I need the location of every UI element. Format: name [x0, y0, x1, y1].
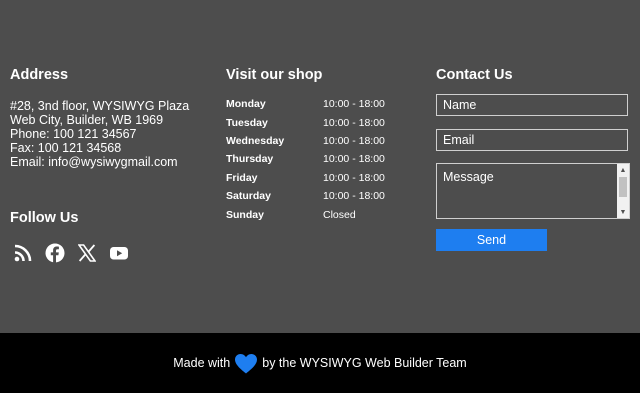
opening-hours: Monday 10:00 - 18:00 Tuesday 10:00 - 18:…: [226, 95, 385, 224]
x-icon[interactable]: [76, 242, 98, 264]
hours-row: Wednesday 10:00 - 18:00: [226, 132, 385, 150]
credit-suffix: by the WYSIWYG Web Builder Team: [262, 356, 467, 370]
social-links: [12, 242, 130, 264]
hours-time: 10:00 - 18:00: [323, 98, 385, 111]
hours-row: Tuesday 10:00 - 18:00: [226, 113, 385, 131]
credit-prefix: Made with: [173, 356, 231, 370]
hours-day: Saturday: [226, 190, 271, 203]
hours-row: Thursday 10:00 - 18:00: [226, 150, 385, 168]
credit-text: Made with by the WYSIWYG Web Builder Tea…: [0, 333, 640, 393]
shop-heading: Visit our shop: [226, 67, 323, 83]
scroll-down-icon[interactable]: ▼: [617, 206, 629, 218]
email-input[interactable]: [436, 129, 628, 151]
page-background: [0, 393, 640, 413]
heart-icon: [234, 353, 258, 374]
address-heading: Address: [10, 67, 69, 83]
hours-day: Friday: [226, 171, 258, 184]
address-line-street: #28, 3nd floor, WYSIWYG Plaza: [10, 99, 190, 113]
contact-heading: Contact Us: [436, 67, 513, 83]
hours-time: 10:00 - 18:00: [323, 153, 385, 166]
message-scrollbar[interactable]: ▲ ▼: [617, 164, 629, 218]
send-button[interactable]: Send: [436, 229, 547, 251]
hours-time: Closed: [323, 208, 356, 221]
hours-day: Thursday: [226, 153, 274, 166]
hours-row: Monday 10:00 - 18:00: [226, 95, 385, 113]
message-textarea[interactable]: [437, 164, 617, 218]
hours-day: Tuesday: [226, 116, 268, 129]
message-box: ▲ ▼: [436, 163, 630, 219]
scroll-up-icon[interactable]: ▲: [617, 164, 629, 176]
hours-time: 10:00 - 18:00: [323, 134, 385, 147]
hours-row: Sunday Closed: [226, 205, 385, 223]
site-footer: Address #28, 3nd floor, WYSIWYG Plaza We…: [0, 0, 640, 333]
facebook-icon[interactable]: [44, 242, 66, 264]
address-line-phone: Phone: 100 121 34567: [10, 127, 137, 141]
hours-time: 10:00 - 18:00: [323, 190, 385, 203]
youtube-icon[interactable]: [108, 242, 130, 264]
rss-icon[interactable]: [12, 242, 34, 264]
hours-day: Monday: [226, 98, 266, 111]
hours-time: 10:00 - 18:00: [323, 116, 385, 129]
hours-time: 10:00 - 18:00: [323, 171, 385, 184]
address-line-city: Web City, Builder, WB 1969: [10, 113, 164, 127]
credit-bar: Made with by the WYSIWYG Web Builder Tea…: [0, 333, 640, 393]
address-block: #28, 3nd floor, WYSIWYG Plaza Web City, …: [10, 99, 189, 169]
address-line-fax: Fax: 100 121 34568: [10, 141, 122, 155]
name-input[interactable]: [436, 94, 628, 116]
hours-day: Wednesday: [226, 134, 285, 147]
scroll-thumb[interactable]: [619, 177, 627, 197]
hours-day: Sunday: [226, 208, 264, 221]
hours-row: Saturday 10:00 - 18:00: [226, 187, 385, 205]
address-line-email: Email: info@wysiwygmail.com: [10, 155, 178, 169]
hours-row: Friday 10:00 - 18:00: [226, 169, 385, 187]
follow-heading: Follow Us: [10, 210, 79, 226]
